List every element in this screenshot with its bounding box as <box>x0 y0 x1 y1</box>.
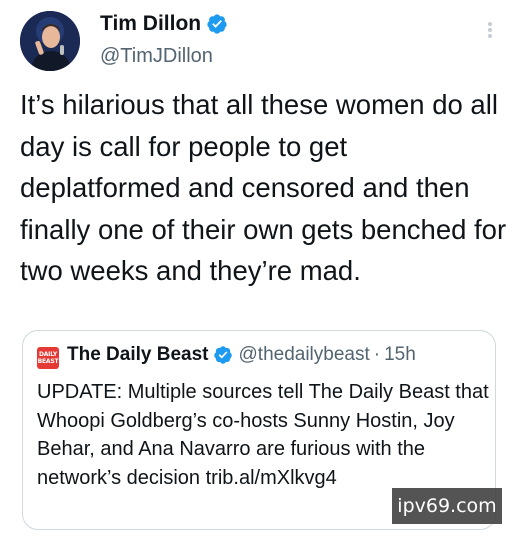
logo-text-bottom: BEAST <box>37 358 59 365</box>
more-options-icon[interactable] <box>486 20 494 40</box>
quoted-tweet-header: The Daily Beast @thedailybeast · 15h <box>67 344 416 366</box>
verified-badge-icon <box>213 345 233 365</box>
logo-text-top: DAILY <box>38 351 58 358</box>
daily-beast-logo: DAILY BEAST <box>37 347 59 369</box>
author-name-row[interactable]: Tim Dillon <box>100 12 228 36</box>
tweet-text: It’s hilarious that all these women do a… <box>20 89 507 286</box>
quoted-author-name[interactable]: The Daily Beast <box>67 344 209 366</box>
author-display-name[interactable]: Tim Dillon <box>100 12 201 36</box>
separator-dot: · <box>373 344 381 365</box>
quoted-tweet-text: UPDATE: Multiple sources tell The Daily … <box>37 381 489 489</box>
quoted-tweet-time[interactable]: 15h <box>384 344 416 366</box>
avatar-photo <box>20 11 80 71</box>
quoted-author-handle[interactable]: @thedailybeast <box>239 344 370 366</box>
avatar[interactable] <box>20 11 80 71</box>
author-handle[interactable]: @TimJDillon <box>100 45 213 68</box>
watermark: ipv69.com <box>392 488 502 524</box>
verified-badge-icon <box>206 13 228 35</box>
